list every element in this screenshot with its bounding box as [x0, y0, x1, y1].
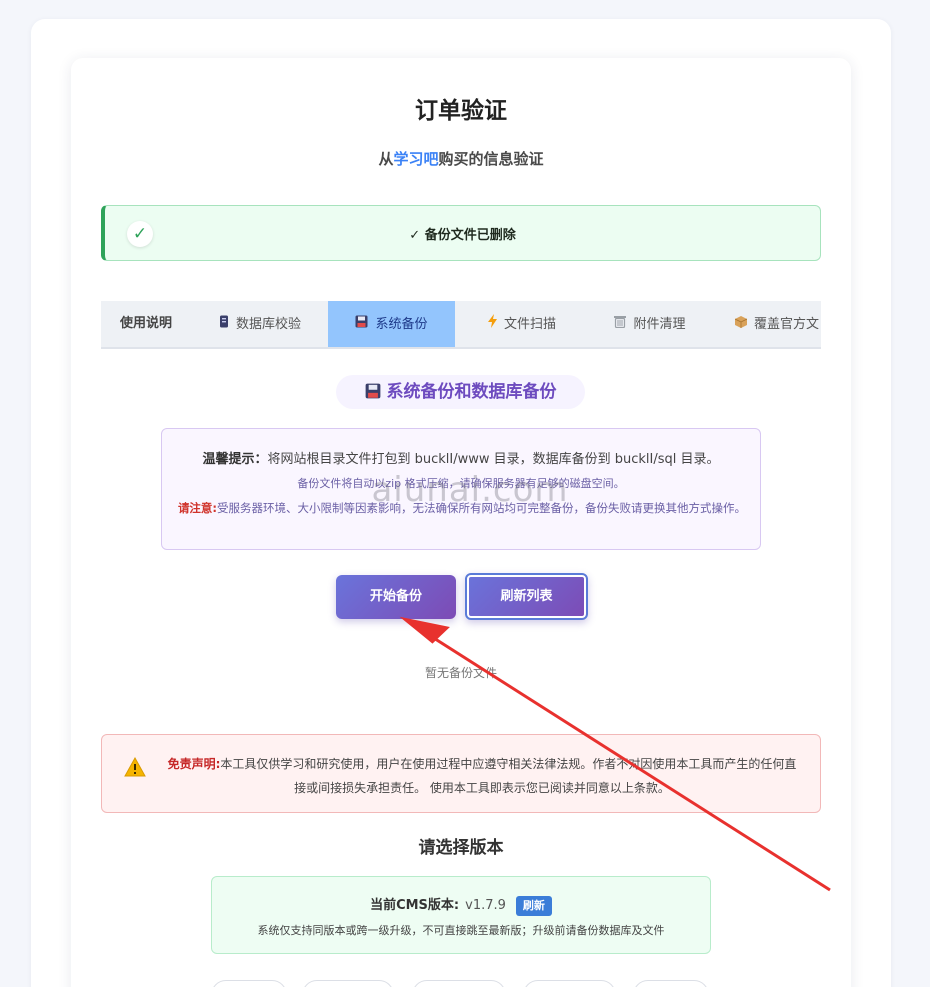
alert-message: ✓ 备份文件已删除: [409, 228, 516, 243]
notice-tip-label: 温馨提示：: [202, 452, 268, 467]
section-title-text: 系统备份和数据库备份: [386, 382, 557, 402]
disclaimer-body: 本工具仅供学习和研究使用，用户在使用过程中应遵守相关法律法规。作者不对因使用本工…: [220, 757, 797, 795]
current-version-row: 当前CMS版本: v1.7.9 刷新: [212, 894, 710, 916]
subtitle-prefix: 从: [378, 150, 394, 168]
version-option[interactable]: [211, 980, 287, 987]
subtitle-suffix: 购买的信息验证: [438, 150, 544, 168]
lightning-icon: [487, 301, 497, 347]
version-note: 系统仅支持同版本或跨一级升级，不可直接跳至最新版；升级前请备份数据库及文件: [257, 924, 665, 937]
disclaimer-box: 免责声明:本工具仅供学习和研究使用，用户在使用过程中应遵守相关法律法规。作者不对…: [101, 734, 821, 813]
version-section-title: 请选择版本: [418, 838, 504, 858]
tab-label: 文件扫描: [503, 317, 556, 332]
version-option[interactable]: [302, 980, 394, 987]
tab-system-backup[interactable]: 系统备份: [328, 301, 455, 347]
floppy-disk-icon: [365, 377, 381, 411]
page-title: 订单验证: [415, 98, 507, 124]
warning-icon: [124, 756, 146, 777]
database-icon: [219, 301, 229, 347]
tab-attachment-cleanup[interactable]: 附件清理: [597, 301, 703, 347]
package-icon: [734, 301, 748, 347]
brand-link[interactable]: 学习吧: [393, 150, 438, 168]
current-version-label: 当前CMS版本:: [370, 898, 460, 913]
tab-label: 系统备份: [375, 317, 428, 332]
version-option[interactable]: [633, 980, 709, 987]
tab-file-scan[interactable]: 文件扫描: [467, 301, 577, 347]
empty-state-text: 暂无备份文件: [424, 666, 497, 680]
tab-instructions[interactable]: 使用说明: [101, 301, 191, 347]
notice-tip-text: 将网站根目录文件打包到 bucklI/www 目录，数据库备份到 bucklI/…: [267, 452, 720, 467]
version-box: 当前CMS版本: v1.7.9 刷新 系统仅支持同版本或跨一级升级，不可直接跳至最新…: [211, 876, 711, 954]
version-option[interactable]: [523, 980, 616, 987]
disclaimer-label: 免责声明:: [167, 757, 221, 771]
tab-bar: 使用说明 数据库校验 系统备份 文件扫描 附件清理 覆盖官方文: [101, 301, 821, 349]
tab-overwrite-official[interactable]: 覆盖官方文: [721, 301, 821, 347]
version-option[interactable]: [412, 980, 506, 987]
version-refresh-button[interactable]: 刷新: [515, 896, 552, 916]
page-subtitle: 从学习吧购买的信息验证: [71, 148, 851, 169]
trash-icon: [614, 301, 627, 347]
notice-tip: 温馨提示：将网站根目录文件打包到 bucklI/www 目录，数据库备份到 bu…: [162, 448, 760, 467]
tab-label: 使用说明: [119, 316, 172, 331]
refresh-list-button[interactable]: 刷新列表: [465, 573, 588, 620]
disclaimer-text: 免责声明:本工具仅供学习和研究使用，用户在使用过程中应遵守相关法律法规。作者不对…: [162, 752, 802, 800]
success-alert: ✓ ✓ 备份文件已删除: [101, 205, 821, 261]
tab-label: 附件清理: [633, 317, 686, 332]
current-version-value: v1.7.9: [465, 898, 506, 913]
tab-label: 数据库校验: [235, 317, 301, 332]
section-title: 系统备份和数据库备份: [336, 375, 585, 409]
tab-database-check[interactable]: 数据库校验: [201, 301, 319, 347]
floppy-disk-icon: [355, 301, 368, 347]
tab-label: 覆盖官方文: [754, 317, 820, 332]
watermark: aiunai.com: [371, 470, 569, 510]
start-backup-button[interactable]: 开始备份: [336, 575, 456, 619]
notice-warn-label: 请注意:: [177, 501, 218, 515]
